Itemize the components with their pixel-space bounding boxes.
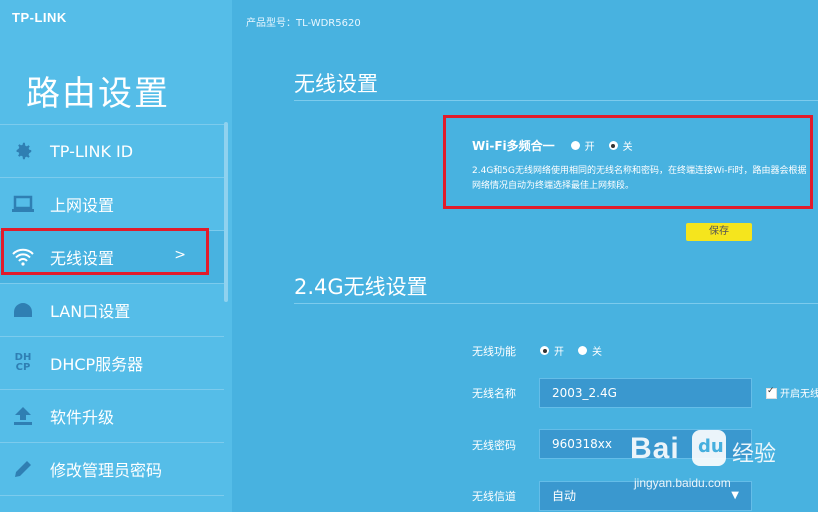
dhcp-icon-text: DH CP xyxy=(14,352,32,373)
sidebar-item-label: 上网设置 xyxy=(50,196,115,215)
channel-label: 无线信道 xyxy=(472,490,516,503)
wireless-enable-radios: 开 关 xyxy=(540,343,616,358)
watermark-cn: 经验 xyxy=(732,442,777,467)
sidebar-item-label: LAN口设置 xyxy=(50,302,131,321)
wireless-enable-off-radio[interactable] xyxy=(578,346,587,355)
sidebar-nav: TP-LINK ID 上网设置 无线设置 > LAN口设置 DH CP DHCP… xyxy=(0,124,224,496)
network-icon xyxy=(10,299,36,321)
password-label: 无线密码 xyxy=(472,439,516,452)
section-divider xyxy=(294,100,818,101)
ssid-label: 无线名称 xyxy=(472,387,516,400)
wifi-merge-on-label: 开 xyxy=(584,142,595,153)
dhcp-icon: DH CP xyxy=(10,352,36,374)
wifi-merge-on-radio[interactable] xyxy=(570,141,580,150)
laptop-icon xyxy=(10,193,36,215)
sidebar-item-admin-password[interactable]: 修改管理员密码 xyxy=(0,443,224,496)
wireless-enable-on-label: 开 xyxy=(554,347,564,358)
upload-icon xyxy=(10,405,36,427)
broadcast-label: 开启无线 xyxy=(780,389,818,400)
sidebar-item-label: 修改管理员密码 xyxy=(50,461,163,480)
broadcast-checkbox[interactable] xyxy=(766,386,777,399)
ssid-input[interactable]: 2003_2.4G xyxy=(539,378,752,408)
watermark-url: jingyan.baidu.com xyxy=(634,476,731,490)
wireless-enable-on-radio[interactable] xyxy=(540,346,549,355)
sidebar-item-lan[interactable]: LAN口设置 xyxy=(0,284,224,337)
sidebar-item-internet[interactable]: 上网设置 xyxy=(0,178,224,231)
highlight-box-wireless xyxy=(1,228,209,275)
sidebar-item-label: DHCP服务器 xyxy=(50,355,144,374)
wifi-merge-off-label: 关 xyxy=(622,142,633,153)
wifi-merge-off-radio[interactable] xyxy=(608,141,618,150)
gear-icon xyxy=(10,140,36,162)
wifi-merge-description: 2.4G和5G无线网络使用相同的无线名称和密码，在终端连接Wi-Fi时，路由器会… xyxy=(472,166,807,191)
watermark: Bai du 经验 jingyan.baidu.com xyxy=(630,420,810,506)
sidebar-item-tplink-id[interactable]: TP-LINK ID xyxy=(0,124,224,178)
band24-section-title: 2.4G无线设置 xyxy=(294,275,428,299)
wifi-merge-row: Wi-Fi多频合一 开 关 xyxy=(472,137,647,154)
pencil-icon xyxy=(10,458,36,480)
sidebar-item-dhcp[interactable]: DH CP DHCP服务器 xyxy=(0,337,224,390)
save-button[interactable]: 保存 xyxy=(686,223,752,241)
wifi-merge-label: Wi-Fi多频合一 xyxy=(472,139,555,153)
watermark-text: Bai xyxy=(630,432,680,465)
sidebar-item-label: TP-LINK ID xyxy=(50,141,134,161)
paw-icon: du xyxy=(692,430,726,466)
sidebar-scrollbar[interactable] xyxy=(224,122,228,302)
watermark-paw-text: du xyxy=(698,436,724,457)
wireless-enable-label: 无线功能 xyxy=(472,345,516,358)
model-number: 产品型号：TL-WDR5620 xyxy=(246,18,361,29)
sidebar-item-label: 软件升级 xyxy=(50,408,115,427)
section-divider xyxy=(294,303,818,304)
brand-logo: TP-LINK xyxy=(12,10,67,25)
sidebar-title: 路由设置 xyxy=(26,74,170,114)
channel-value: 自动 xyxy=(552,489,577,503)
highlight-box-wifi-merge xyxy=(443,115,813,209)
sidebar-item-upgrade[interactable]: 软件升级 xyxy=(0,390,224,443)
wireless-section-title: 无线设置 xyxy=(294,72,378,96)
wireless-enable-off-label: 关 xyxy=(592,347,602,358)
